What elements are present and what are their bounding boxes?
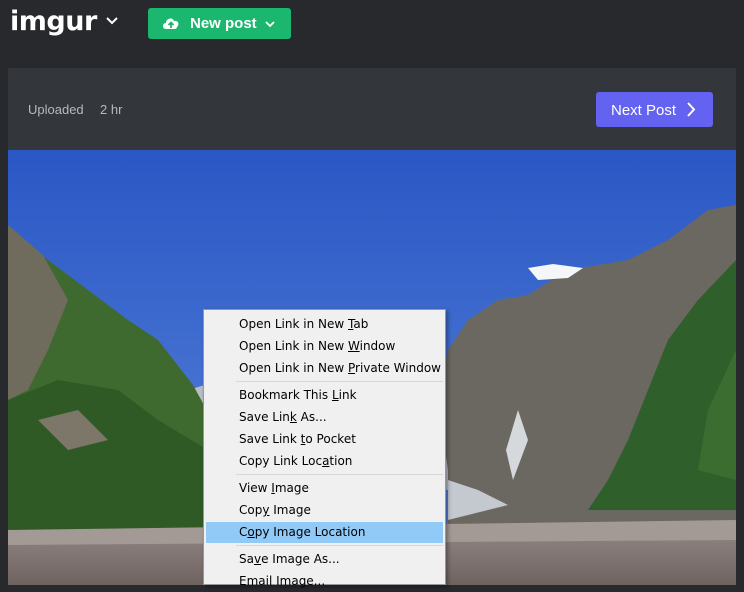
top-bar: imgur New post [0, 0, 744, 48]
menu-item-save-link-as[interactable]: Save Link As... [206, 407, 443, 428]
menu-item-save-link-pocket[interactable]: Save Link to Pocket [206, 429, 443, 450]
new-post-label: New post [190, 15, 257, 32]
cloud-upload-icon [163, 18, 179, 29]
post-header-panel: Uploaded 2 hr Next Post [8, 68, 736, 150]
uploaded-time: 2 hr [100, 102, 123, 117]
context-menu: Open Link in New Tab Open Link in New Wi… [203, 309, 446, 588]
imgur-logo[interactable]: imgur [10, 4, 97, 40]
menu-item-save-image-as[interactable]: Save Image As... [206, 549, 443, 570]
menu-item-open-link-new-window[interactable]: Open Link in New Window [206, 336, 443, 357]
menu-separator [236, 381, 443, 382]
menu-item-copy-image[interactable]: Copy Image [206, 500, 443, 521]
menu-item-bookmark-link[interactable]: Bookmark This Link [206, 385, 443, 406]
next-post-label: Next Post [611, 102, 677, 119]
next-post-button[interactable]: Next Post [596, 92, 713, 127]
new-post-button[interactable]: New post [148, 8, 291, 39]
chevron-down-icon[interactable] [105, 14, 119, 28]
menu-item-open-link-new-tab[interactable]: Open Link in New Tab [206, 314, 443, 335]
menu-separator [236, 545, 443, 546]
chevron-right-icon [687, 102, 696, 117]
menu-item-view-image[interactable]: View Image [206, 478, 443, 499]
menu-item-email-image[interactable]: Email Image... [206, 571, 443, 592]
menu-item-copy-link-location[interactable]: Copy Link Location [206, 451, 443, 472]
menu-item-copy-image-location[interactable]: Copy Image Location [206, 522, 443, 543]
menu-item-open-link-private-window[interactable]: Open Link in New Private Window [206, 358, 443, 379]
uploaded-label: Uploaded [28, 102, 84, 117]
chevron-down-icon [265, 21, 275, 28]
menu-separator [236, 474, 443, 475]
